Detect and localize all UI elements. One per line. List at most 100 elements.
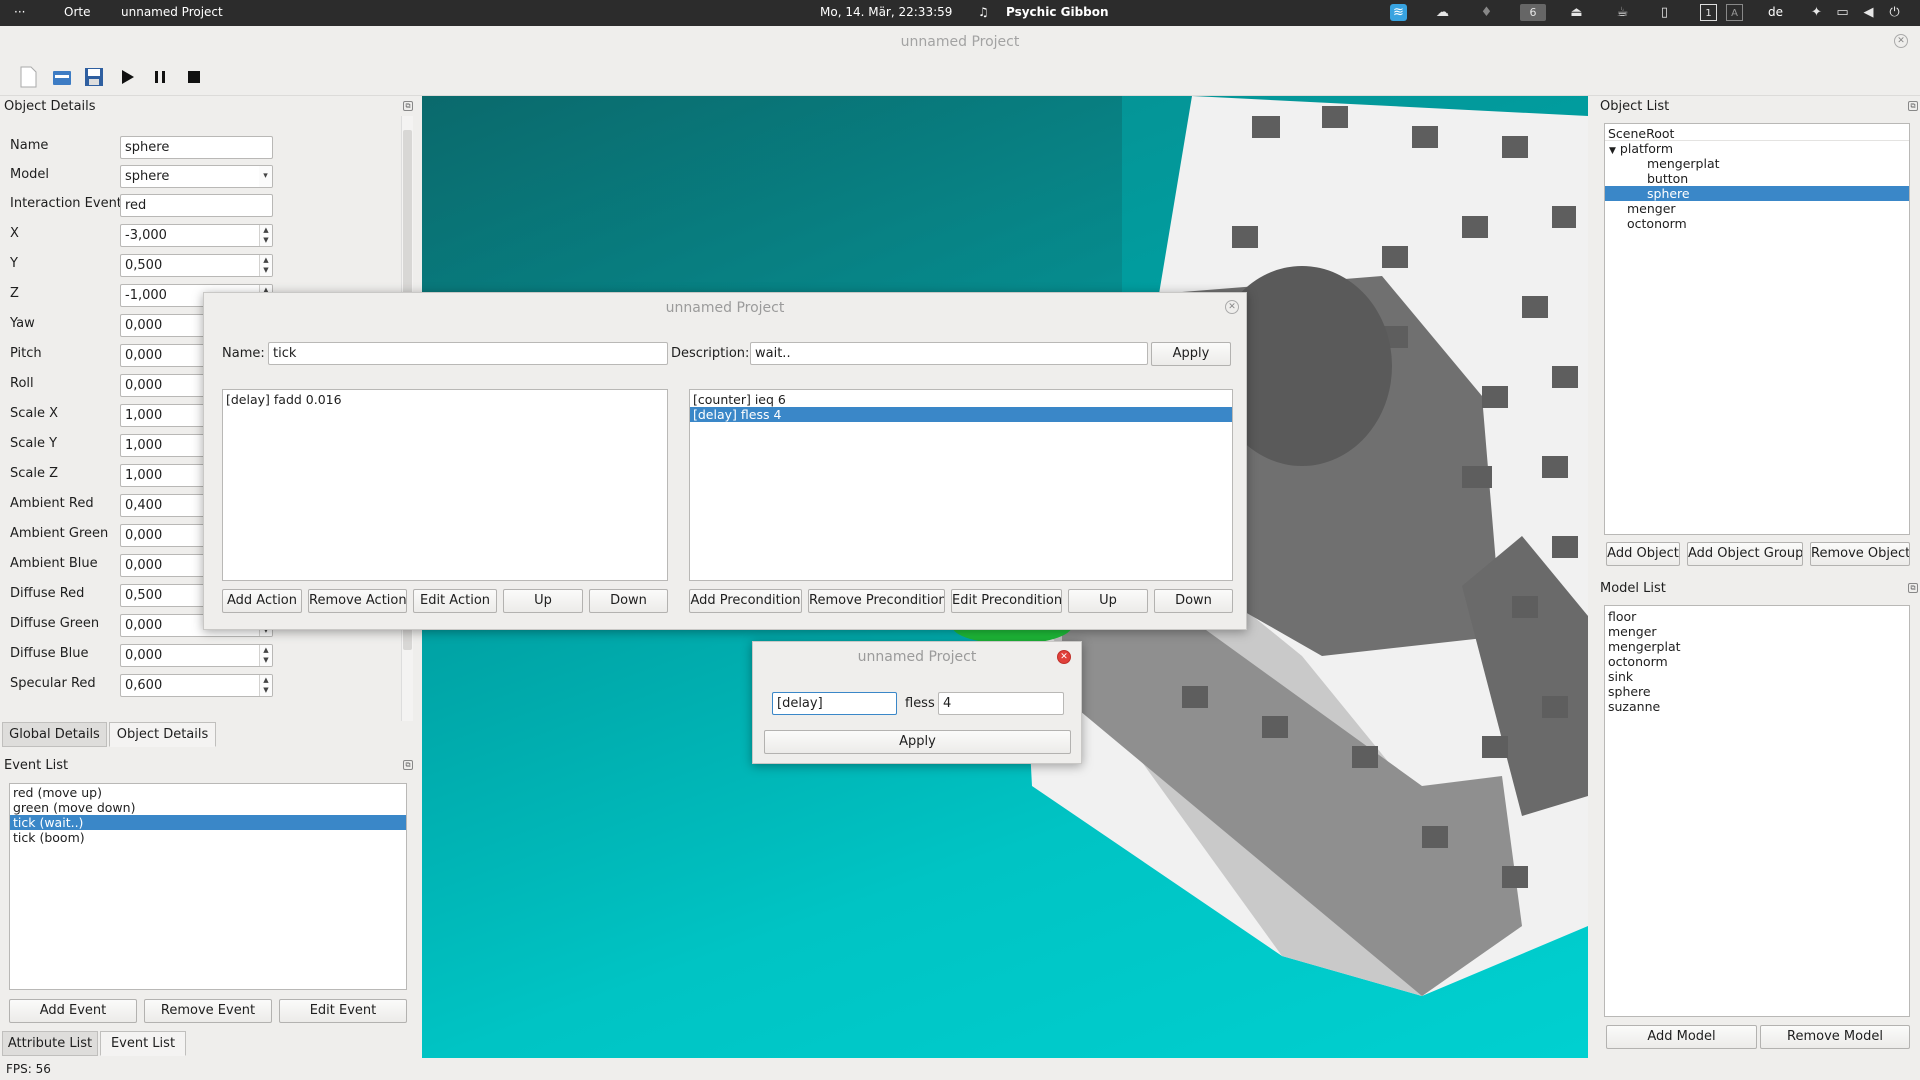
name-label: Name:: [222, 346, 265, 361]
main-toolbar: [0, 58, 1920, 96]
add-precondition-button[interactable]: Add Precondition: [689, 589, 802, 613]
add-action-button[interactable]: Add Action: [222, 589, 302, 613]
edit-action-button[interactable]: Edit Action: [413, 589, 497, 613]
network-icon[interactable]: ✦: [1808, 4, 1825, 21]
upload-icon[interactable]: ⏏: [1568, 4, 1585, 21]
add-event-button[interactable]: Add Event: [9, 999, 137, 1023]
action-up-button[interactable]: Up: [503, 589, 583, 613]
spin-arrows-icon[interactable]: ▲▼: [259, 255, 272, 276]
add-object-button[interactable]: Add Object: [1606, 542, 1680, 566]
tab-event-list[interactable]: Event List: [100, 1031, 186, 1056]
spin-arrows-icon[interactable]: ▲▼: [259, 225, 272, 246]
event-description-input[interactable]: wait..: [750, 342, 1148, 365]
dock-float-icon[interactable]: ⧉: [403, 101, 413, 111]
tree-item-octonorm[interactable]: octonorm: [1605, 216, 1909, 231]
add-model-button[interactable]: Add Model: [1606, 1025, 1757, 1049]
tree-item-mengerplat[interactable]: mengerplat: [1605, 156, 1909, 171]
condition-apply-button[interactable]: Apply: [764, 730, 1071, 754]
precondition-item[interactable]: [counter] ieq 6: [690, 392, 1232, 407]
display-icon[interactable]: ▭: [1834, 4, 1851, 21]
event-list-item[interactable]: tick (boom): [10, 830, 406, 845]
spotify-icon[interactable]: ≋: [1390, 4, 1407, 21]
save-icon[interactable]: [82, 65, 106, 89]
spin-arrows-icon[interactable]: ▲▼: [259, 675, 272, 696]
object-tree[interactable]: SceneRoot ▼ platform mengerplat button s…: [1604, 123, 1910, 535]
dialog-close-icon[interactable]: ✕: [1225, 300, 1239, 314]
model-list-item[interactable]: sphere: [1605, 684, 1909, 699]
precondition-list[interactable]: [counter] ieq 6 [delay] fless 4: [689, 389, 1233, 581]
edit-precondition-button[interactable]: Edit Precondition: [951, 589, 1062, 613]
number-spinbox[interactable]: -3,000 ▲ ▼: [120, 224, 273, 247]
spin-arrows-icon[interactable]: ▲▼: [259, 645, 272, 666]
coffee-icon[interactable]: ☕: [1614, 4, 1631, 21]
dock-float-icon[interactable]: ⧉: [1908, 101, 1918, 111]
lightbulb-icon[interactable]: ♦: [1478, 4, 1495, 21]
remove-action-button[interactable]: Remove Action: [308, 589, 407, 613]
precondition-item[interactable]: [delay] fless 4: [690, 407, 1232, 422]
tree-item-platform[interactable]: ▼ platform: [1605, 141, 1909, 156]
action-list[interactable]: [delay] fadd 0.016: [222, 389, 668, 581]
precondition-up-button[interactable]: Up: [1068, 589, 1148, 613]
keyboard-layout[interactable]: de: [1768, 5, 1783, 19]
dock-float-icon[interactable]: ⧉: [1908, 583, 1918, 593]
model-list-item[interactable]: sink: [1605, 669, 1909, 684]
field-value: 1,000: [125, 438, 163, 453]
play-icon[interactable]: [116, 65, 140, 89]
model-list-item[interactable]: octonorm: [1605, 654, 1909, 669]
event-list-item[interactable]: tick (wait..): [10, 815, 406, 830]
remove-model-button[interactable]: Remove Model: [1760, 1025, 1910, 1049]
dialog-close-icon[interactable]: ✕: [1057, 650, 1071, 664]
edit-event-button[interactable]: Edit Event: [279, 999, 407, 1023]
variable-input[interactable]: [delay]: [772, 692, 897, 715]
workspace-indicator[interactable]: 6: [1520, 4, 1546, 21]
open-folder-icon[interactable]: [50, 65, 74, 89]
clock[interactable]: Mo, 14. Mär, 22:33:59: [820, 5, 952, 19]
tab-object-details[interactable]: Object Details: [109, 722, 216, 747]
tree-item-sphere[interactable]: sphere: [1605, 186, 1909, 201]
event-list-item[interactable]: red (move up): [10, 785, 406, 800]
clipboard-icon[interactable]: ▯: [1656, 4, 1673, 21]
tree-item-menger[interactable]: menger: [1605, 201, 1909, 216]
event-list-item[interactable]: green (move down): [10, 800, 406, 815]
model-list-item[interactable]: suzanne: [1605, 699, 1909, 714]
value-input[interactable]: 4: [938, 692, 1064, 715]
event-name-input[interactable]: tick: [268, 342, 668, 365]
chevron-down-icon[interactable]: ▼: [1609, 146, 1616, 156]
number-spinbox[interactable]: 0,500 ▲▼: [120, 254, 273, 277]
number-spinbox[interactable]: 0,000 ▲▼: [120, 644, 273, 667]
volume-icon[interactable]: ◀: [1860, 4, 1877, 21]
dock-float-icon[interactable]: ⧉: [403, 760, 413, 770]
activities-menu[interactable]: ···: [14, 5, 25, 19]
text-field[interactable]: sphere: [120, 136, 273, 159]
tree-root[interactable]: SceneRoot: [1605, 126, 1909, 141]
add-object-group-button[interactable]: Add Object Group: [1687, 542, 1803, 566]
number-spinbox[interactable]: 0,600 ▲ ▼: [120, 674, 273, 697]
cloud-icon[interactable]: ☁: [1434, 4, 1451, 21]
chevron-down-icon[interactable]: ▾: [259, 166, 272, 187]
window-close-icon[interactable]: ✕: [1894, 34, 1908, 48]
new-file-icon[interactable]: [16, 65, 40, 89]
event-list[interactable]: red (move up) green (move down) tick (wait…: [9, 783, 407, 990]
text-field[interactable]: red: [120, 194, 273, 217]
tree-item-button[interactable]: button: [1605, 171, 1909, 186]
pause-icon[interactable]: [148, 65, 172, 89]
stop-icon[interactable]: [182, 65, 206, 89]
remove-precondition-button[interactable]: Remove Precondition: [808, 589, 945, 613]
remove-object-button[interactable]: Remove Object: [1810, 542, 1910, 566]
places-menu[interactable]: Orte: [64, 5, 90, 19]
app-menu[interactable]: unnamed Project: [121, 5, 223, 19]
action-item[interactable]: [delay] fadd 0.016: [223, 392, 667, 407]
model-list[interactable]: floor menger mengerplat octonorm sink sphere s…: [1604, 605, 1910, 1017]
precondition-down-button[interactable]: Down: [1154, 589, 1233, 613]
model-select[interactable]: sphere ▾: [120, 165, 273, 188]
tab-global-details[interactable]: Global Details: [2, 722, 107, 747]
model-list-item[interactable]: mengerplat: [1605, 639, 1909, 654]
action-down-button[interactable]: Down: [589, 589, 668, 613]
music-title[interactable]: Psychic Gibbon: [1006, 5, 1109, 19]
model-list-item[interactable]: floor: [1605, 609, 1909, 624]
remove-event-button[interactable]: Remove Event: [144, 999, 272, 1023]
model-list-item[interactable]: menger: [1605, 624, 1909, 639]
power-icon[interactable]: ⏻: [1886, 4, 1903, 21]
tab-attribute-list[interactable]: Attribute List: [2, 1031, 98, 1056]
event-apply-button[interactable]: Apply: [1151, 342, 1231, 366]
